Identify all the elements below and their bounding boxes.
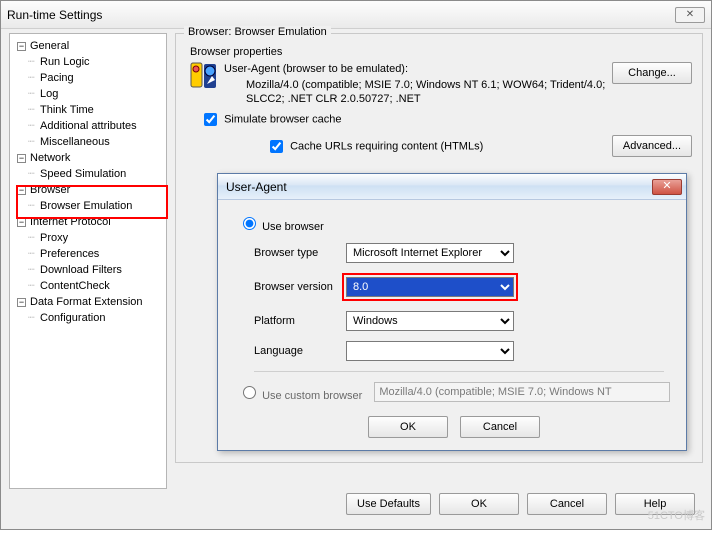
platform-select[interactable]: Windows bbox=[346, 311, 514, 331]
tree-proxy[interactable]: Proxy bbox=[14, 230, 166, 246]
tree-pacing[interactable]: Pacing bbox=[14, 70, 166, 86]
titlebar: Run-time Settings ✕ bbox=[1, 1, 711, 29]
browser-type-select[interactable]: Microsoft Internet Explorer bbox=[346, 243, 514, 263]
language-label: Language bbox=[254, 345, 346, 357]
tree-speed-simulation[interactable]: Speed Simulation bbox=[14, 166, 166, 182]
dialog-close-button[interactable]: ✕ bbox=[652, 179, 682, 195]
advanced-button[interactable]: Advanced... bbox=[612, 135, 692, 157]
tree-data-format-ext[interactable]: −Data Format Extension bbox=[14, 294, 166, 310]
user-agent-dialog: User-Agent ✕ Use browser Browser type Mi… bbox=[217, 173, 687, 451]
tree-preferences[interactable]: Preferences bbox=[14, 246, 166, 262]
highlight-version: 8.0 bbox=[342, 273, 518, 301]
tree-think-time[interactable]: Think Time bbox=[14, 102, 166, 118]
tree-miscellaneous[interactable]: Miscellaneous bbox=[14, 134, 166, 150]
dialog-title: User-Agent bbox=[226, 180, 652, 194]
simulate-cache-label: Simulate browser cache bbox=[224, 113, 341, 125]
use-browser-radio[interactable] bbox=[243, 217, 256, 230]
cache-urls-label: Cache URLs requiring content (HTMLs) bbox=[290, 140, 483, 152]
use-custom-radio[interactable] bbox=[243, 386, 256, 399]
footer-buttons: Use Defaults OK Cancel Help bbox=[1, 489, 711, 515]
tree-download-filters[interactable]: Download Filters bbox=[14, 262, 166, 278]
runtime-settings-window: Run-time Settings ✕ −General Run Logic P… bbox=[0, 0, 712, 530]
dialog-titlebar[interactable]: User-Agent ✕ bbox=[218, 174, 686, 200]
watermark: 51CTO博客 bbox=[648, 507, 705, 523]
cache-urls-checkbox[interactable] bbox=[270, 140, 283, 153]
group-title: Browser: Browser Emulation bbox=[184, 26, 331, 38]
ua-value: Mozilla/4.0 (compatible; MSIE 7.0; Windo… bbox=[246, 78, 606, 106]
tree-browser-emulation[interactable]: Browser Emulation bbox=[14, 198, 166, 214]
simulate-cache-checkbox[interactable] bbox=[204, 113, 217, 126]
ua-label: User-Agent (browser to be emulated): bbox=[224, 62, 606, 76]
cancel-button[interactable]: Cancel bbox=[527, 493, 607, 515]
browser-version-select[interactable]: 8.0 bbox=[346, 277, 514, 297]
dialog-ok-button[interactable]: OK bbox=[368, 416, 448, 438]
window-title: Run-time Settings bbox=[7, 8, 675, 22]
dialog-cancel-button[interactable]: Cancel bbox=[460, 416, 540, 438]
tree-log[interactable]: Log bbox=[14, 86, 166, 102]
window-close-button[interactable]: ✕ bbox=[675, 7, 705, 23]
tree-additional-attributes[interactable]: Additional attributes bbox=[14, 118, 166, 134]
use-custom-label: Use custom browser bbox=[262, 390, 362, 402]
browser-type-label: Browser type bbox=[254, 247, 346, 259]
tree-run-logic[interactable]: Run Logic bbox=[14, 54, 166, 70]
language-select[interactable] bbox=[346, 341, 514, 361]
use-browser-label: Use browser bbox=[262, 221, 324, 233]
cursor-globe-icon bbox=[190, 62, 218, 90]
change-button[interactable]: Change... bbox=[612, 62, 692, 84]
tree-contentcheck[interactable]: ContentCheck bbox=[14, 278, 166, 294]
tree-network[interactable]: −Network bbox=[14, 150, 166, 166]
custom-ua-field bbox=[374, 382, 670, 402]
tree-general[interactable]: −General bbox=[14, 38, 166, 54]
platform-label: Platform bbox=[254, 315, 346, 327]
tree-internet-protocol[interactable]: −Internet Protocol bbox=[14, 214, 166, 230]
ok-button[interactable]: OK bbox=[439, 493, 519, 515]
settings-tree[interactable]: −General Run Logic Pacing Log Think Time… bbox=[9, 33, 167, 489]
browser-properties-label: Browser properties bbox=[190, 46, 692, 58]
tree-configuration[interactable]: Configuration bbox=[14, 310, 166, 326]
use-defaults-button[interactable]: Use Defaults bbox=[346, 493, 431, 515]
browser-version-label: Browser version bbox=[254, 281, 346, 293]
tree-browser[interactable]: −Browser bbox=[14, 182, 166, 198]
